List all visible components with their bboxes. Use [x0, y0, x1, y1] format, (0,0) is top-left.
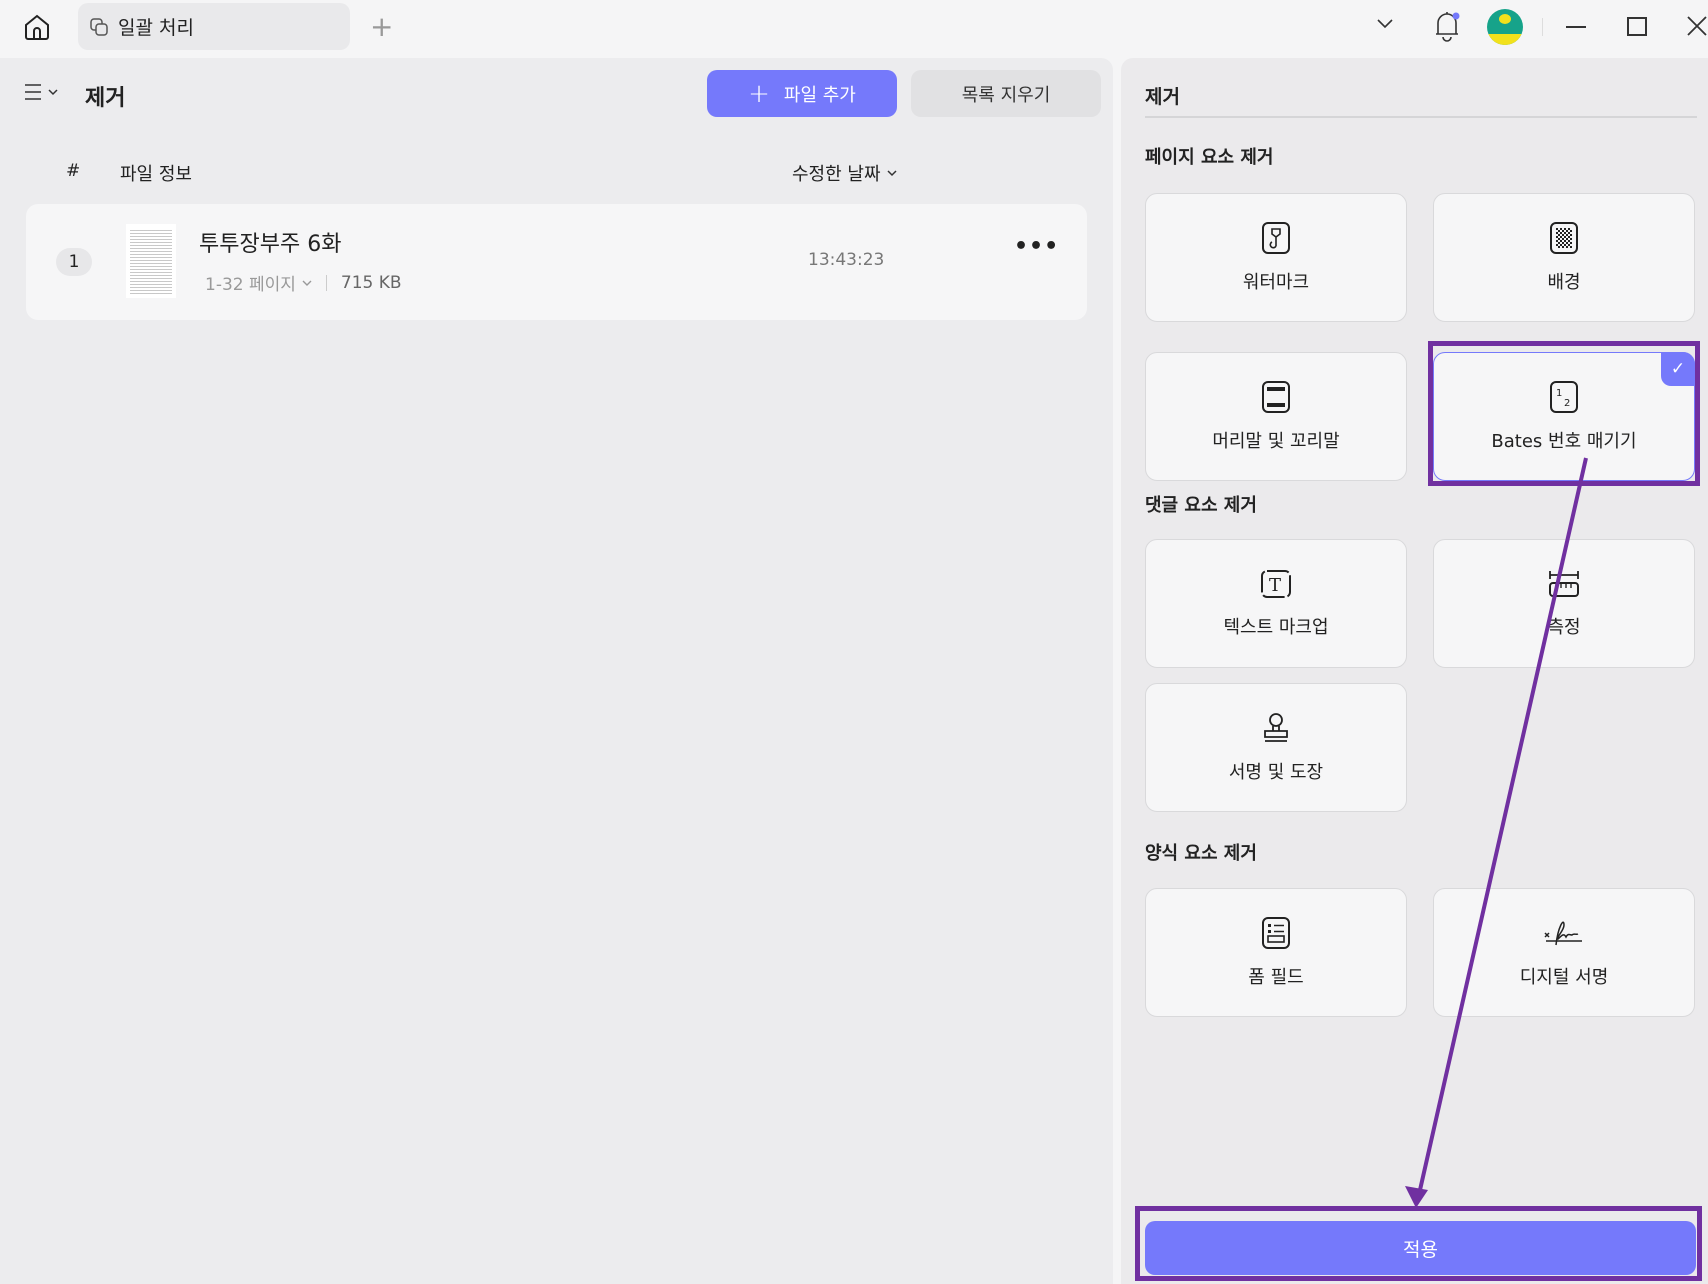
option-measure[interactable]: 측정	[1433, 539, 1695, 668]
annotation-highlight-apply	[1135, 1206, 1702, 1281]
tab-batch-process[interactable]: 일괄 처리	[78, 3, 350, 50]
watermark-icon	[1262, 221, 1290, 254]
tab-label: 일괄 처리	[118, 17, 194, 39]
avatar[interactable]	[1487, 9, 1523, 45]
minimize-button[interactable]	[1566, 26, 1586, 28]
section-page-elements: 페이지 요소 제거	[1145, 147, 1274, 168]
file-time: 13:43:23	[808, 250, 885, 270]
text-markup-icon: T	[1261, 569, 1291, 598]
header-footer-icon	[1262, 380, 1290, 413]
section-comment-elements: 댓글 요소 제거	[1145, 495, 1257, 516]
new-tab-button[interactable]: +	[370, 10, 393, 43]
digital-signature-icon	[1544, 920, 1582, 945]
annotation-highlight-bates	[1428, 341, 1700, 486]
page-range: 1-32 페이지	[205, 275, 296, 295]
copy-icon	[90, 17, 108, 36]
svg-text:T: T	[1269, 575, 1281, 596]
file-thumbnail	[126, 224, 176, 298]
add-file-button[interactable]: + 파일 추가	[707, 70, 897, 117]
menu-button[interactable]	[24, 82, 58, 102]
file-size: 715 KB	[340, 272, 402, 293]
option-label: 배경	[1547, 271, 1581, 293]
ruler-icon	[1549, 570, 1579, 597]
chevron-down-icon[interactable]	[1376, 18, 1394, 30]
column-modified-date[interactable]: 수정한 날짜	[792, 160, 897, 186]
clear-list-button[interactable]: 목록 지우기	[911, 70, 1101, 117]
option-form-field[interactable]: 폼 필드	[1145, 888, 1407, 1017]
menu-icon	[24, 82, 42, 102]
option-header-footer[interactable]: 머리말 및 꼬리말	[1145, 352, 1407, 481]
page-range-dropdown[interactable]: 1-32 페이지 715 KB	[205, 270, 402, 296]
option-label: 측정	[1547, 616, 1581, 638]
column-file-info: 파일 정보	[120, 164, 192, 185]
chevron-down-icon	[302, 279, 312, 287]
panel-title: 제거	[1145, 86, 1180, 108]
divider	[1542, 18, 1543, 36]
option-label: 워터마크	[1242, 271, 1310, 293]
section-form-elements: 양식 요소 제거	[1145, 843, 1257, 864]
background-icon	[1550, 221, 1578, 254]
option-signature-stamp[interactable]: 서명 및 도장	[1145, 683, 1407, 812]
option-label: 서명 및 도장	[1228, 761, 1324, 783]
option-background[interactable]: 배경	[1433, 193, 1695, 322]
option-label: 폼 필드	[1248, 966, 1304, 988]
chevron-down-icon	[887, 169, 897, 177]
close-icon[interactable]	[1687, 16, 1707, 36]
divider	[1145, 116, 1697, 118]
option-text-markup[interactable]: T 텍스트 마크업	[1145, 539, 1407, 668]
option-digital-signature[interactable]: 디지털 서명	[1433, 888, 1695, 1017]
plus-icon: +	[748, 78, 770, 109]
form-field-icon	[1262, 916, 1290, 949]
stamp-icon	[1264, 712, 1288, 742]
option-label: 디지털 서명	[1519, 966, 1609, 988]
option-label: 텍스트 마크업	[1223, 616, 1329, 638]
more-options-button[interactable]: •••	[1014, 234, 1059, 259]
option-label: 머리말 및 꼬리말	[1212, 430, 1340, 452]
file-index-badge: 1	[56, 248, 92, 276]
bell-icon[interactable]	[1433, 10, 1461, 42]
page-title: 제거	[85, 86, 126, 111]
chevron-down-icon	[48, 88, 58, 96]
file-name: 투투장부주 6화	[199, 232, 342, 257]
maximize-button[interactable]	[1627, 17, 1647, 36]
add-file-label: 파일 추가	[783, 84, 856, 106]
divider	[325, 274, 327, 291]
option-watermark[interactable]: 워터마크	[1145, 193, 1407, 322]
column-modified-label: 수정한 날짜	[792, 164, 881, 185]
file-row[interactable]: 1 투투장부주 6화 1-32 페이지 715 KB 13:43:23 •••	[26, 204, 1087, 320]
home-icon[interactable]	[22, 12, 52, 42]
column-index: #	[66, 161, 81, 181]
